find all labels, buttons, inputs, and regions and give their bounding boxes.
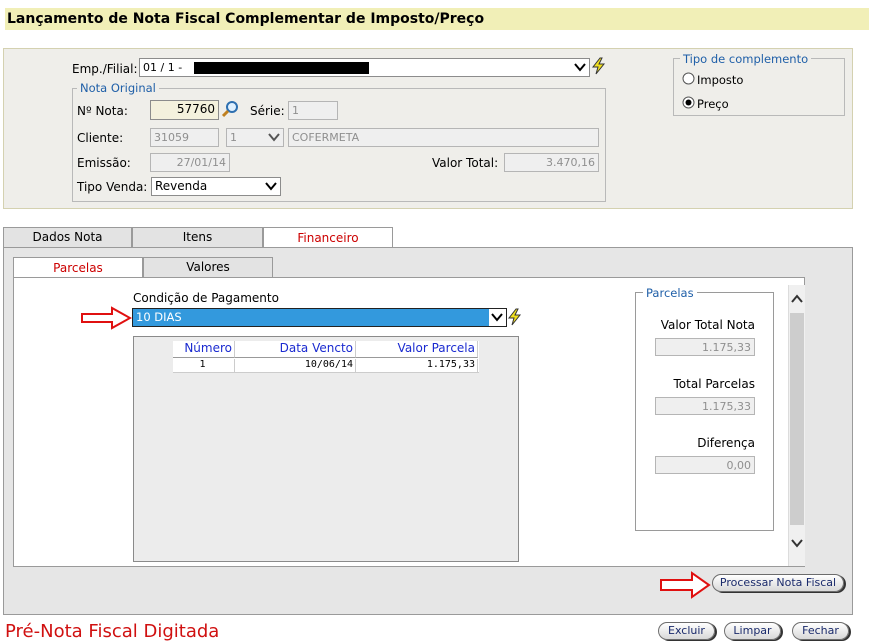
radio-imposto[interactable] bbox=[682, 72, 695, 88]
valor-total-label: Valor Total: bbox=[432, 156, 499, 170]
valor-total-nota-label: Valor Total Nota bbox=[660, 318, 755, 332]
chevron-down-icon bbox=[489, 309, 506, 326]
tipo-venda-value: Revenda bbox=[155, 179, 208, 193]
radio-unchecked-icon bbox=[682, 72, 695, 85]
diferenca-label: Diferença bbox=[697, 436, 755, 450]
empfilial-select[interactable]: 01 / 1 - bbox=[139, 58, 590, 77]
grid-cell-valor: 1.175,33 bbox=[356, 359, 478, 372]
lightning-icon[interactable] bbox=[591, 57, 607, 78]
valor-total-input[interactable]: 3.470,16 bbox=[504, 153, 599, 172]
lightning-icon[interactable] bbox=[507, 308, 523, 329]
red-arrow-icon bbox=[80, 306, 133, 333]
tipo-venda-label: Tipo Venda: bbox=[77, 180, 148, 194]
parcelas-summary-legend: Parcelas bbox=[643, 286, 697, 300]
serie-input[interactable]: 1 bbox=[288, 101, 338, 120]
cliente-code-input[interactable]: 31059 bbox=[150, 128, 219, 147]
cliente-loja-value: 1 bbox=[230, 131, 237, 144]
tab-itens[interactable]: Itens bbox=[132, 227, 263, 247]
total-parcelas-label: Total Parcelas bbox=[673, 377, 755, 391]
condicao-value: 10 DIAS bbox=[136, 310, 182, 324]
chevron-down-icon bbox=[266, 129, 282, 151]
scrollbar[interactable] bbox=[788, 285, 805, 566]
processar-button[interactable]: Processar Nota Fiscal bbox=[712, 574, 844, 592]
radio-imposto-label[interactable]: Imposto bbox=[697, 73, 743, 87]
grid-cell-data: 10/06/14 bbox=[235, 359, 356, 372]
radio-preco[interactable] bbox=[682, 96, 695, 112]
serie-label: Série: bbox=[250, 104, 285, 118]
scrollbar-thumb[interactable] bbox=[790, 313, 804, 525]
limpar-button[interactable]: Limpar bbox=[724, 622, 781, 640]
magnifier-icon[interactable] bbox=[221, 100, 239, 121]
grid-header-valor[interactable]: Valor Parcela bbox=[356, 341, 478, 358]
grid-header-data[interactable]: Data Vencto bbox=[235, 341, 356, 358]
total-parcelas-input[interactable]: 1.175,33 bbox=[655, 397, 755, 415]
emissao-label: Emissão: bbox=[77, 156, 131, 170]
diferenca-input[interactable]: 0,00 bbox=[655, 456, 755, 474]
tab-dados-nota[interactable]: Dados Nota bbox=[3, 227, 132, 247]
fechar-button[interactable]: Fechar bbox=[792, 622, 849, 640]
chevron-down-icon bbox=[572, 59, 588, 76]
tipo-venda-select[interactable]: Revenda bbox=[151, 177, 281, 196]
grid-cell-numero: 1 bbox=[173, 359, 235, 372]
valor-total-nota-input[interactable]: 1.175,33 bbox=[655, 338, 755, 356]
subtab-parcelas[interactable]: Parcelas bbox=[13, 257, 143, 278]
page-title: Lançamento de Nota Fiscal Complementar d… bbox=[5, 8, 869, 30]
nota-input[interactable]: 57760 bbox=[150, 100, 219, 120]
radio-checked-icon bbox=[682, 96, 695, 109]
radio-preco-label[interactable]: Preço bbox=[697, 97, 729, 111]
parcelas-grid: Número Data Vencto Valor Parcela 1 10/06… bbox=[173, 341, 479, 373]
chevron-down-icon bbox=[263, 178, 279, 200]
nota-original-legend: Nota Original bbox=[77, 81, 159, 95]
cliente-label: Cliente: bbox=[77, 131, 124, 145]
grid-header-numero[interactable]: Número bbox=[173, 341, 235, 358]
condicao-select[interactable]: 10 DIAS bbox=[132, 308, 507, 327]
red-arrow-icon bbox=[659, 571, 711, 602]
cliente-loja-select[interactable]: 1 bbox=[226, 128, 284, 147]
condicao-label: Condição de Pagamento bbox=[133, 291, 279, 305]
redacted-block bbox=[194, 62, 369, 74]
chevron-down-icon[interactable] bbox=[789, 535, 805, 554]
table-row[interactable]: 1 10/06/14 1.175,33 bbox=[173, 358, 479, 373]
tab-financeiro[interactable]: Financeiro bbox=[263, 227, 393, 248]
cliente-name-input[interactable]: COFERMETA bbox=[288, 128, 599, 147]
chevron-up-icon[interactable] bbox=[789, 291, 805, 310]
subtab-valores[interactable]: Valores bbox=[143, 257, 273, 277]
empfilial-value: 01 / 1 - bbox=[143, 61, 183, 74]
emissao-input[interactable]: 27/01/14 bbox=[150, 153, 230, 172]
tipo-complemento-legend: Tipo de complemento bbox=[680, 52, 812, 66]
excluir-button[interactable]: Excluir bbox=[658, 622, 715, 640]
nota-label: Nº Nota: bbox=[77, 104, 128, 118]
empfilial-label: Emp./Filial: bbox=[72, 62, 138, 76]
status-text: Pré-Nota Fiscal Digitada bbox=[5, 621, 220, 642]
